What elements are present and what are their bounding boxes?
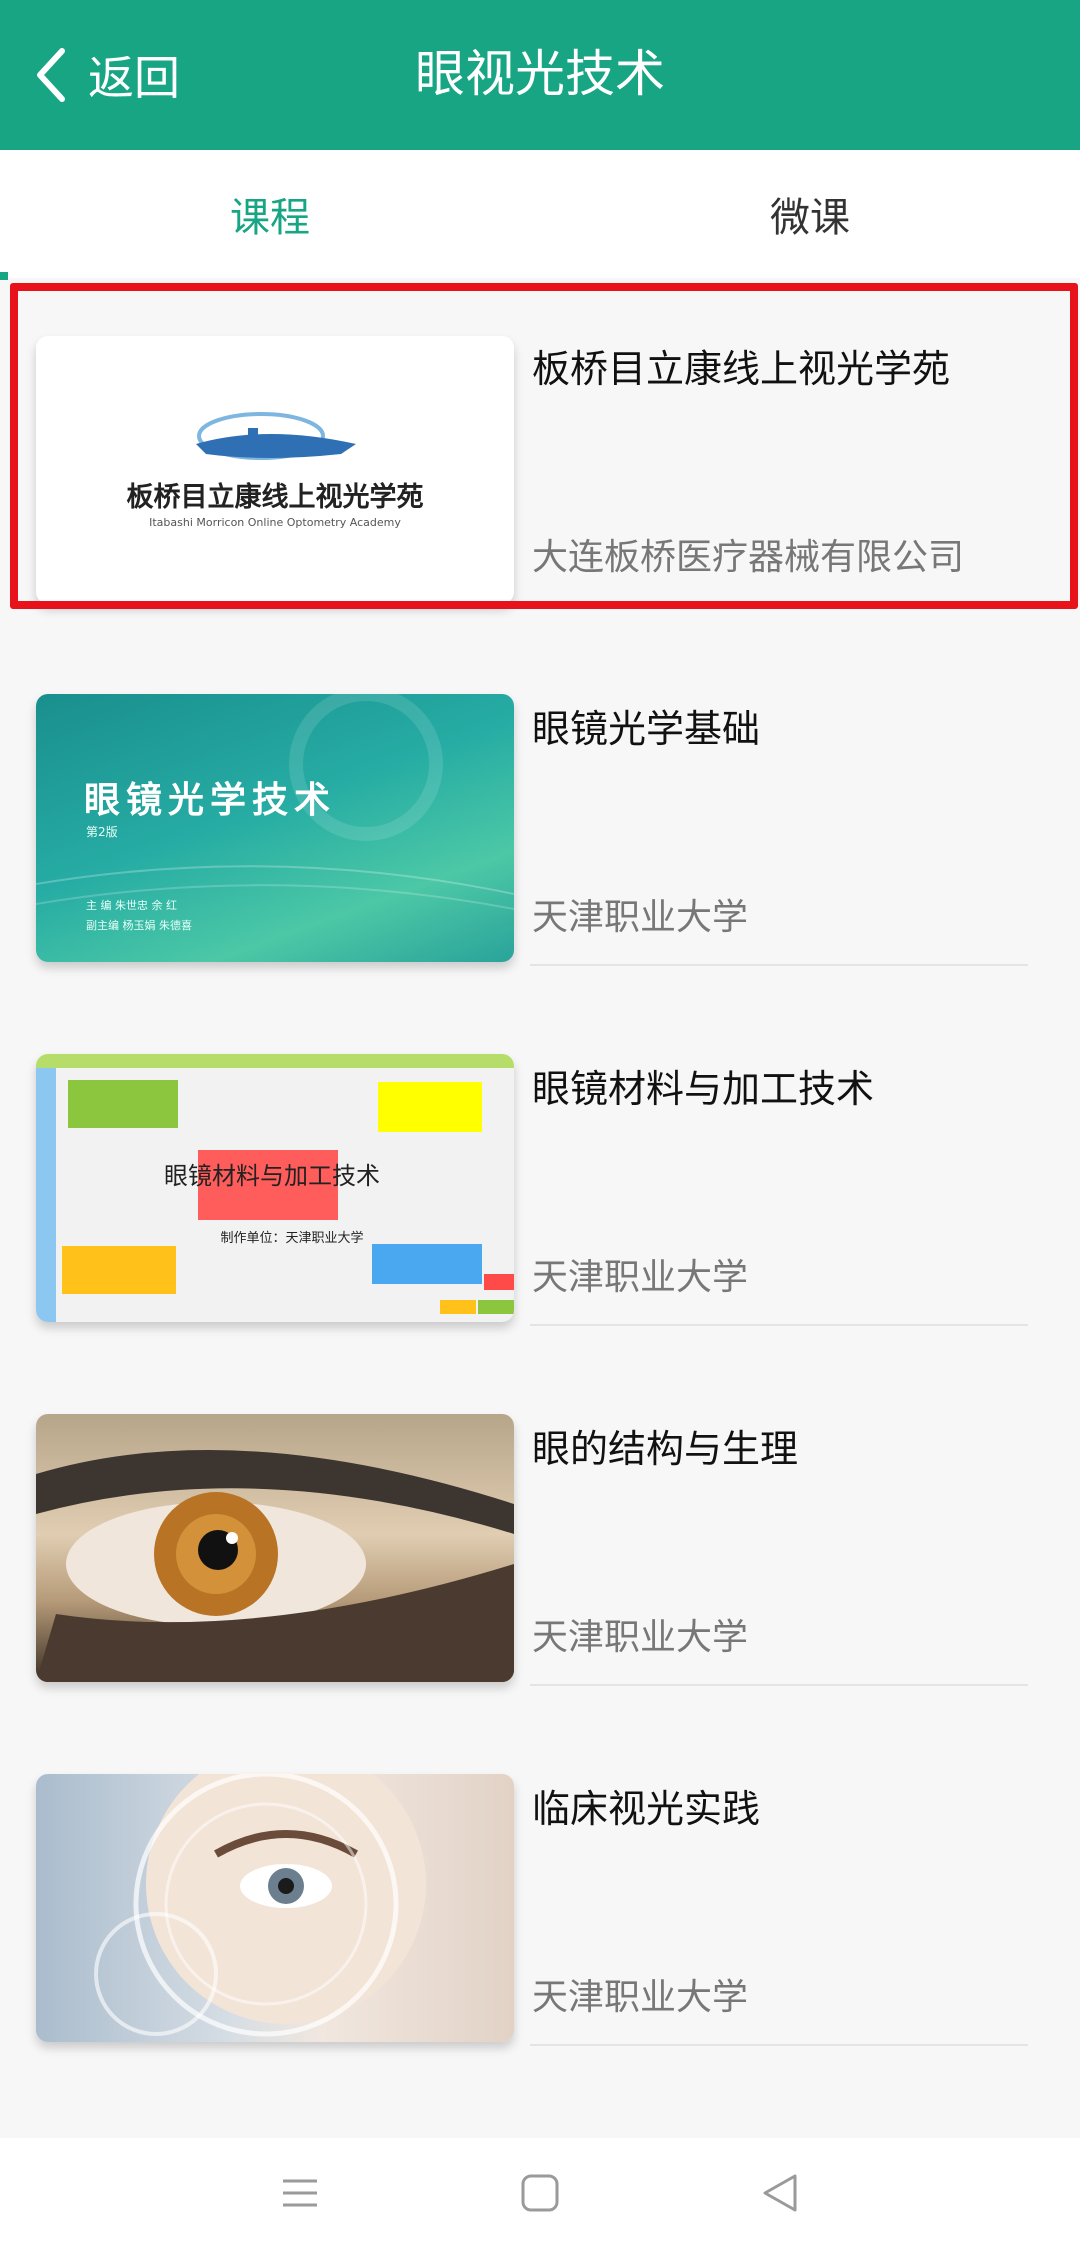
course-title: 眼镜材料与加工技术: [532, 1067, 875, 1111]
svg-text:主 编 朱世忠 余 红: 主 编 朱世忠 余 红: [86, 898, 177, 912]
system-nav-bar: [0, 2138, 1080, 2251]
tab-bar: 课程 微课: [0, 150, 1080, 278]
course-provider: 天津职业大学: [532, 1617, 749, 1658]
course-thumbnail: [36, 1414, 514, 1682]
triangle-back-icon: [763, 2174, 797, 2211]
course-title: 板桥目立康线上视光学苑: [532, 347, 951, 391]
course-item[interactable]: 临床视光实践 天津职业大学: [0, 1718, 1080, 2078]
svg-text:板桥目立康线上视光学苑: 板桥目立康线上视光学苑: [127, 481, 424, 513]
svg-text:制作单位：天津职业大学: 制作单位：天津职业大学: [220, 1230, 363, 1246]
app-bar: 返回 眼视光技术: [0, 0, 1080, 150]
course-thumbnail: 眼镜材料与加工技术 制作单位：天津职业大学: [36, 1054, 514, 1322]
course-provider: 大连板桥医疗器械有限公司: [532, 537, 965, 578]
course-item[interactable]: 眼镜材料与加工技术 制作单位：天津职业大学 眼镜材料与加工技术 天津职业大学: [0, 998, 1080, 1358]
svg-text:第2版: 第2版: [86, 825, 118, 839]
course-title: 眼镜光学基础: [532, 707, 761, 751]
page-title: 眼视光技术: [415, 45, 665, 103]
course-title: 临床视光实践: [532, 1787, 761, 1831]
tab-micro-courses[interactable]: 微课: [540, 150, 1080, 278]
menu-button[interactable]: [277, 2170, 323, 2220]
square-home-icon: [521, 2174, 559, 2211]
tab-courses[interactable]: 课程: [0, 150, 540, 278]
course-thumbnail: [36, 1774, 514, 2042]
course-thumbnail: 板桥目立康线上视光学苑 Itabashi Morricon Online Opt…: [36, 336, 514, 604]
course-item[interactable]: 眼镜光学技术 第2版 主 编 朱世忠 余 红 副主编 杨玉娟 朱德喜 眼镜光学基…: [0, 638, 1080, 998]
course-item[interactable]: 板桥目立康线上视光学苑 Itabashi Morricon Online Opt…: [0, 278, 1080, 638]
course-thumbnail: 眼镜光学技术 第2版 主 编 朱世忠 余 红 副主编 杨玉娟 朱德喜: [36, 694, 514, 962]
course-provider: 天津职业大学: [532, 1257, 749, 1298]
divider: [530, 1324, 1028, 1326]
menu-icon: [283, 2179, 317, 2206]
svg-text:眼镜材料与加工技术: 眼镜材料与加工技术: [164, 1162, 380, 1190]
divider: [530, 1684, 1028, 1686]
back-nav-button[interactable]: [757, 2170, 803, 2220]
academy-logo: 板桥目立康线上视光学苑 Itabashi Morricon Online Opt…: [127, 412, 424, 529]
svg-text:副主编 杨玉娟 朱德喜: 副主编 杨玉娟 朱德喜: [86, 918, 192, 932]
course-item[interactable]: 眼的结构与生理 天津职业大学: [0, 1358, 1080, 1718]
course-provider: 天津职业大学: [532, 1977, 749, 2018]
divider: [530, 964, 1028, 966]
course-title: 眼的结构与生理: [532, 1427, 799, 1471]
home-button[interactable]: [517, 2170, 563, 2220]
course-provider: 天津职业大学: [532, 897, 749, 938]
svg-text:Itabashi Morricon Online Optom: Itabashi Morricon Online Optometry Acade…: [149, 516, 401, 529]
svg-text:眼镜光学技术: 眼镜光学技术: [84, 779, 336, 821]
divider: [530, 2044, 1028, 2046]
